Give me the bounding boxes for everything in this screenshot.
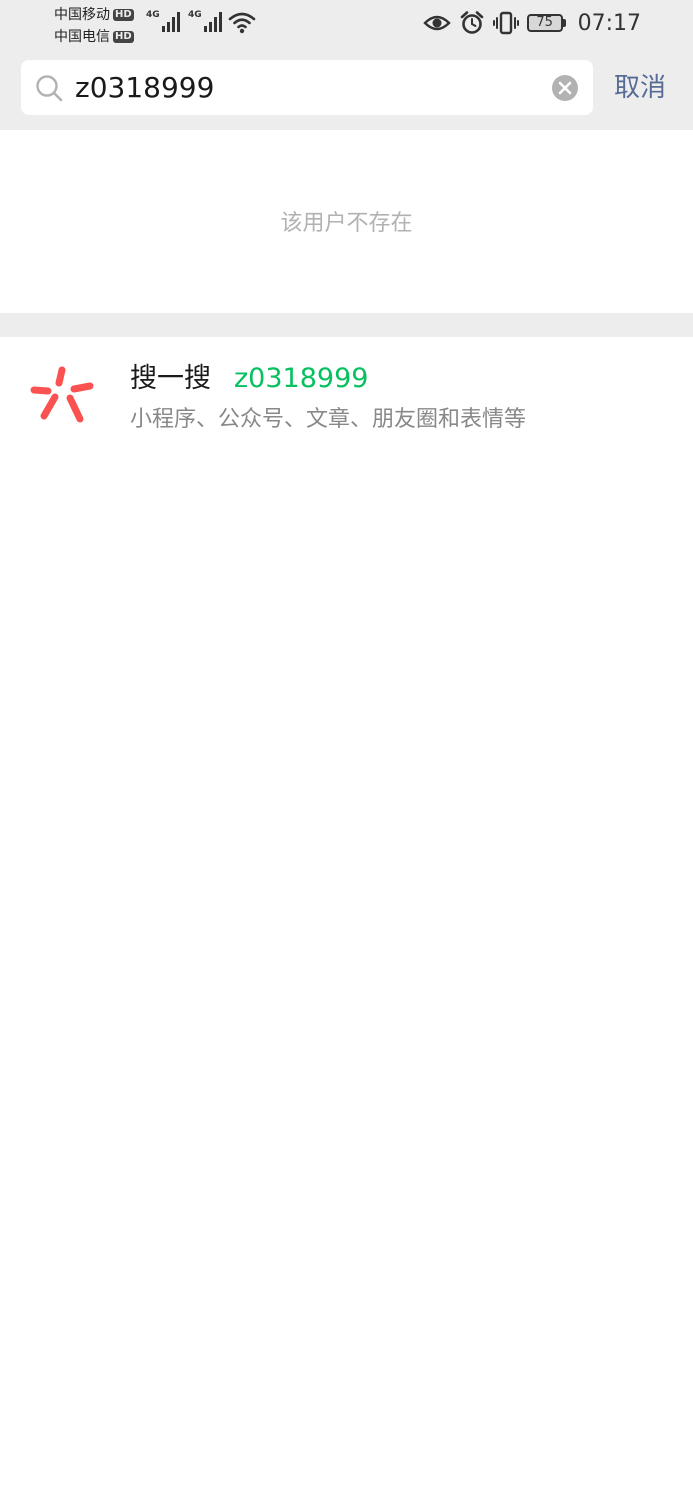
sousou-search-row[interactable]: 搜一搜 z0318999 小程序、公众号、文章、朋友圈和表情等	[0, 337, 693, 452]
clear-icon[interactable]	[551, 74, 579, 102]
status-icons: 75 07:17	[422, 8, 641, 38]
hd-badge-1: HD	[113, 9, 134, 21]
search-input[interactable]: z0318999	[75, 71, 214, 105]
status-time: 07:17	[577, 10, 641, 36]
sousou-keyword: z0318999	[234, 363, 369, 394]
hd-badge-2: HD	[113, 31, 134, 43]
sousou-logo-icon	[30, 366, 94, 423]
user-not-found-message: 该用户不存在	[280, 211, 413, 236]
eye-icon	[422, 15, 451, 31]
cancel-button[interactable]: 取消	[614, 70, 666, 106]
search-icon	[36, 75, 63, 102]
battery-icon: 75	[526, 14, 566, 32]
battery-tip	[562, 19, 566, 27]
network-1-label: 4G	[146, 10, 160, 20]
signal-2: 4G	[188, 10, 225, 32]
battery-level: 75	[526, 14, 563, 32]
search-box[interactable]: z0318999	[21, 60, 593, 115]
alarm-icon	[460, 11, 483, 34]
network-2-label: 4G	[188, 10, 202, 20]
sousou-subtitle: 小程序、公众号、文章、朋友圈和表情等	[130, 407, 527, 432]
section-divider	[0, 313, 693, 337]
carrier-1-label: 中国移动	[54, 6, 110, 23]
top-bar: 中国移动 HD 中国电信 HD 4G 4G 75 07:17 z0318999 …	[0, 0, 693, 130]
sousou-title: 搜一搜	[130, 363, 211, 394]
carrier-2-label: 中国电信	[54, 28, 110, 45]
signal-1: 4G	[146, 10, 183, 32]
vibrate-icon	[492, 11, 519, 35]
signal-bars-2-icon	[203, 12, 222, 32]
wifi-icon	[228, 12, 256, 34]
carrier-info: 中国移动 HD 中国电信 HD	[54, 4, 134, 48]
signal-bars-1-icon	[161, 12, 180, 32]
carrier-row-2: 中国电信 HD	[54, 26, 134, 48]
carrier-row-1: 中国移动 HD	[54, 4, 134, 26]
